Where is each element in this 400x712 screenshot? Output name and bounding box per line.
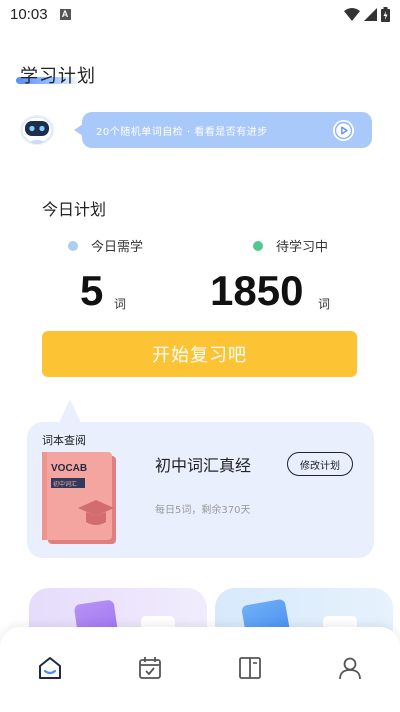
battery-icon (381, 6, 390, 22)
need-count: 5 (80, 267, 104, 314)
self-test-bubble[interactable]: 20个随机单词自检 · 看看是否有进步 (74, 112, 372, 148)
calendar-icon (139, 657, 161, 679)
today-plan-heading: 今日计划 (42, 200, 107, 219)
person-icon (339, 657, 361, 680)
pending-label: 待学习中 (276, 240, 329, 255)
cover-title: VOCAB (51, 463, 87, 474)
book-title: 初中词汇真经 (155, 456, 252, 475)
book-cover[interactable]: VOCAB 初中词汇 (42, 452, 116, 544)
notification-icon: A (59, 8, 71, 20)
robot-icon[interactable] (18, 112, 56, 148)
nav-book[interactable] (230, 655, 270, 683)
legend-pending: 待学习中 (253, 236, 328, 255)
wifi-icon (344, 7, 360, 21)
nav-profile[interactable] (330, 655, 370, 683)
need-unit: 词 (114, 297, 127, 311)
bubble-text: 20个随机单词自检 · 看看是否有进步 (96, 126, 268, 138)
nav-calendar[interactable] (130, 655, 170, 683)
status-time: 10:03 (10, 5, 48, 23)
book-icon (239, 657, 261, 679)
cover-subtitle: 初中词汇 (53, 480, 77, 488)
status-bar: 10:03 A (0, 0, 400, 28)
page-title: 学习计划 (20, 66, 96, 87)
book-card-tag: 词本查阅 (42, 434, 86, 447)
play-icon[interactable] (333, 120, 354, 141)
card-notch (59, 399, 81, 423)
pending-count: 1850 (210, 267, 304, 314)
need-label: 今日需学 (91, 240, 144, 255)
modify-plan-button[interactable]: 修改计划 (287, 452, 353, 476)
need-dot (68, 240, 78, 251)
signal-icon (364, 7, 377, 21)
start-review-button[interactable]: 开始复习吧 (42, 331, 357, 377)
pending-dot (253, 240, 263, 251)
bottom-nav (0, 627, 400, 712)
status-icons (344, 6, 390, 22)
home-icon (39, 657, 61, 679)
nav-home[interactable] (30, 655, 70, 683)
pending-unit: 词 (318, 297, 331, 311)
legend-today-need: 今日需学 (68, 236, 143, 255)
book-progress: 每日5词，剩余370天 (155, 505, 251, 516)
